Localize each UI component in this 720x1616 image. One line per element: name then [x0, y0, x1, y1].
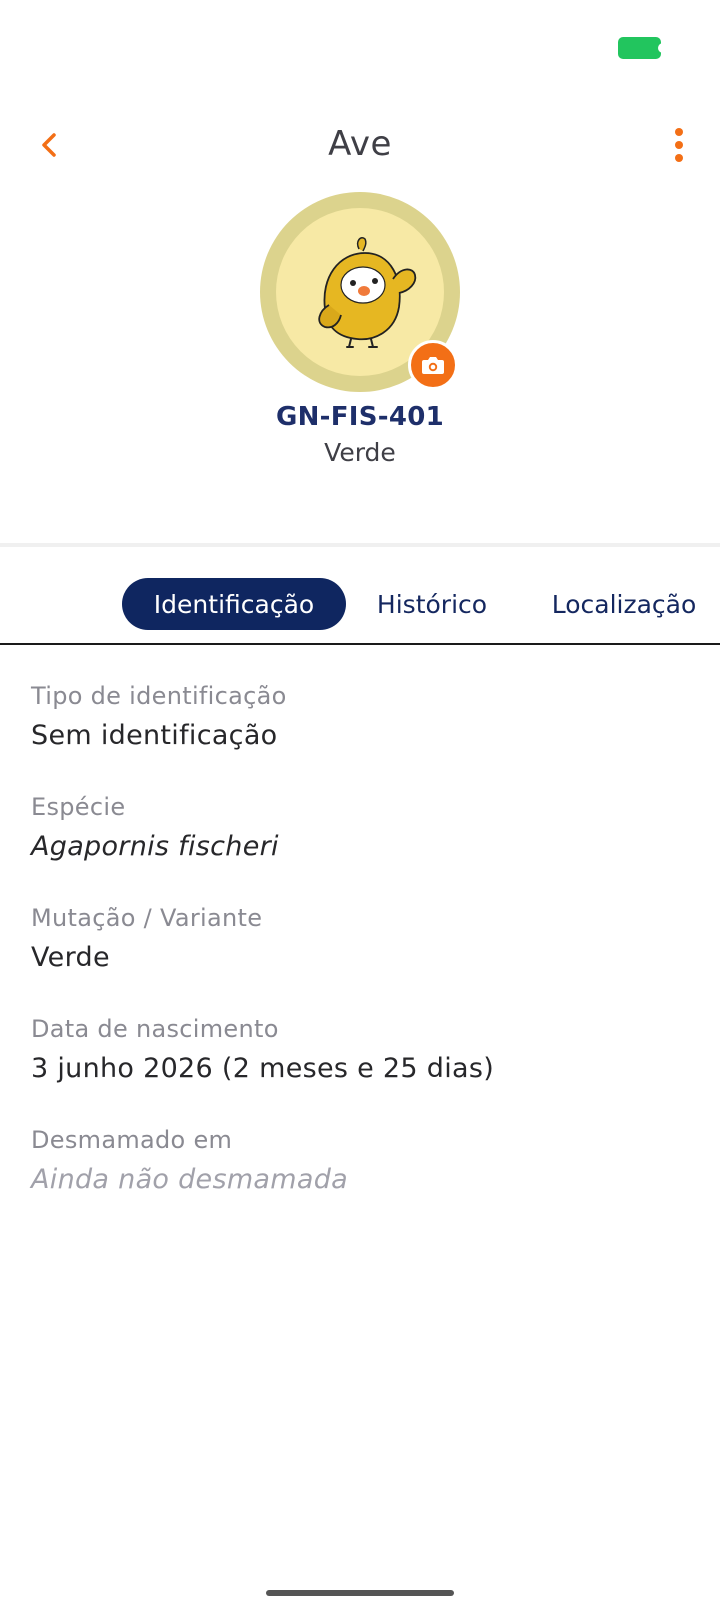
- detail-especie: Espécie Agapornis fischeri: [31, 793, 279, 862]
- tab-localizacao[interactable]: Localização: [540, 578, 708, 630]
- divider: [0, 543, 720, 547]
- detail-value: Verde: [31, 942, 110, 973]
- more-options-button[interactable]: [654, 120, 704, 170]
- bird-color: Verde: [324, 438, 396, 467]
- screen: Ave GN-FIS-401 Verde Identificação Histó…: [0, 0, 720, 1616]
- detail-label: Desmamado em: [31, 1126, 233, 1154]
- home-indicator[interactable]: [266, 1590, 454, 1596]
- detail-mutacao: Mutação / Variante Verde: [31, 904, 262, 973]
- tabs-underline: [0, 643, 720, 645]
- app-bar: Ave: [0, 110, 720, 180]
- change-photo-button[interactable]: [408, 340, 458, 390]
- detail-data-nascimento: Data de nascimento 3 junho 2026 (2 meses…: [31, 1015, 494, 1084]
- tab-identificacao[interactable]: Identificação: [122, 578, 346, 630]
- bird-code: GN-FIS-401: [275, 402, 445, 432]
- detail-tipo-identificacao: Tipo de identificação Sem identificação: [31, 682, 287, 751]
- tab-historico[interactable]: Histórico: [366, 578, 498, 630]
- detail-value: Sem identificação: [31, 720, 278, 751]
- page-title: Ave: [328, 124, 392, 164]
- detail-label: Data de nascimento: [31, 1015, 279, 1043]
- more-vertical-icon: [675, 128, 683, 162]
- detail-desmamado: Desmamado em Ainda não desmamada: [31, 1126, 348, 1195]
- detail-label: Tipo de identificação: [31, 682, 287, 710]
- camera-icon: [422, 357, 444, 374]
- battery-icon: [618, 37, 664, 59]
- detail-label: Espécie: [31, 793, 126, 821]
- tab-bar: Identificação Histórico Localização: [0, 576, 720, 646]
- detail-label: Mutação / Variante: [31, 904, 263, 932]
- bird-illustration-icon: [318, 237, 417, 348]
- detail-value: Ainda não desmamada: [31, 1164, 349, 1195]
- status-bar: [0, 0, 720, 96]
- detail-value: Agapornis fischeri: [31, 831, 279, 862]
- detail-value: 3 junho 2026 (2 meses e 25 dias): [31, 1053, 495, 1084]
